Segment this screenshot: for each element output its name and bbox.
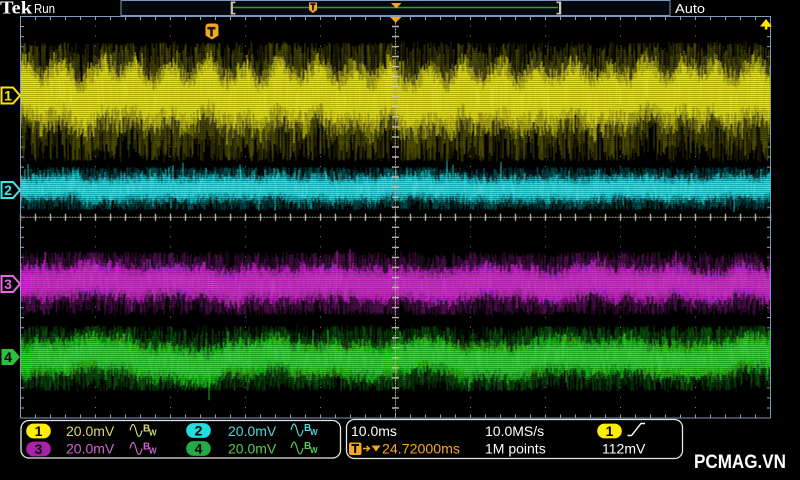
svg-text:PCMAG.VN: PCMAG.VN	[694, 452, 786, 473]
svg-text:W: W	[310, 446, 318, 455]
svg-text:24.72000ms: 24.72000ms	[382, 441, 460, 457]
svg-text:W: W	[149, 447, 157, 456]
svg-text:4: 4	[4, 349, 12, 365]
svg-text:Auto: Auto	[675, 2, 705, 16]
svg-text:4: 4	[195, 441, 203, 457]
svg-text:1: 1	[4, 88, 12, 104]
svg-text:10.0ms: 10.0ms	[351, 423, 397, 439]
svg-text:Tek: Tek	[0, 0, 32, 18]
svg-text:1: 1	[35, 423, 43, 439]
svg-text:10.0MS/s: 10.0MS/s	[485, 423, 544, 439]
svg-text:1M points: 1M points	[485, 441, 546, 457]
svg-text:1: 1	[606, 423, 614, 439]
svg-text:W: W	[149, 429, 157, 438]
svg-text:20.0mV: 20.0mV	[228, 441, 277, 457]
svg-text:3: 3	[35, 441, 43, 457]
svg-text:112mV: 112mV	[602, 441, 646, 457]
svg-text:20.0mV: 20.0mV	[66, 441, 115, 457]
svg-text:20.0mV: 20.0mV	[66, 423, 115, 439]
svg-text:W: W	[310, 428, 318, 437]
svg-text:20.0mV: 20.0mV	[228, 423, 277, 439]
svg-text:2: 2	[4, 182, 12, 198]
svg-text:Run: Run	[34, 2, 55, 16]
svg-text:3: 3	[4, 276, 12, 292]
svg-text:2: 2	[195, 423, 203, 439]
